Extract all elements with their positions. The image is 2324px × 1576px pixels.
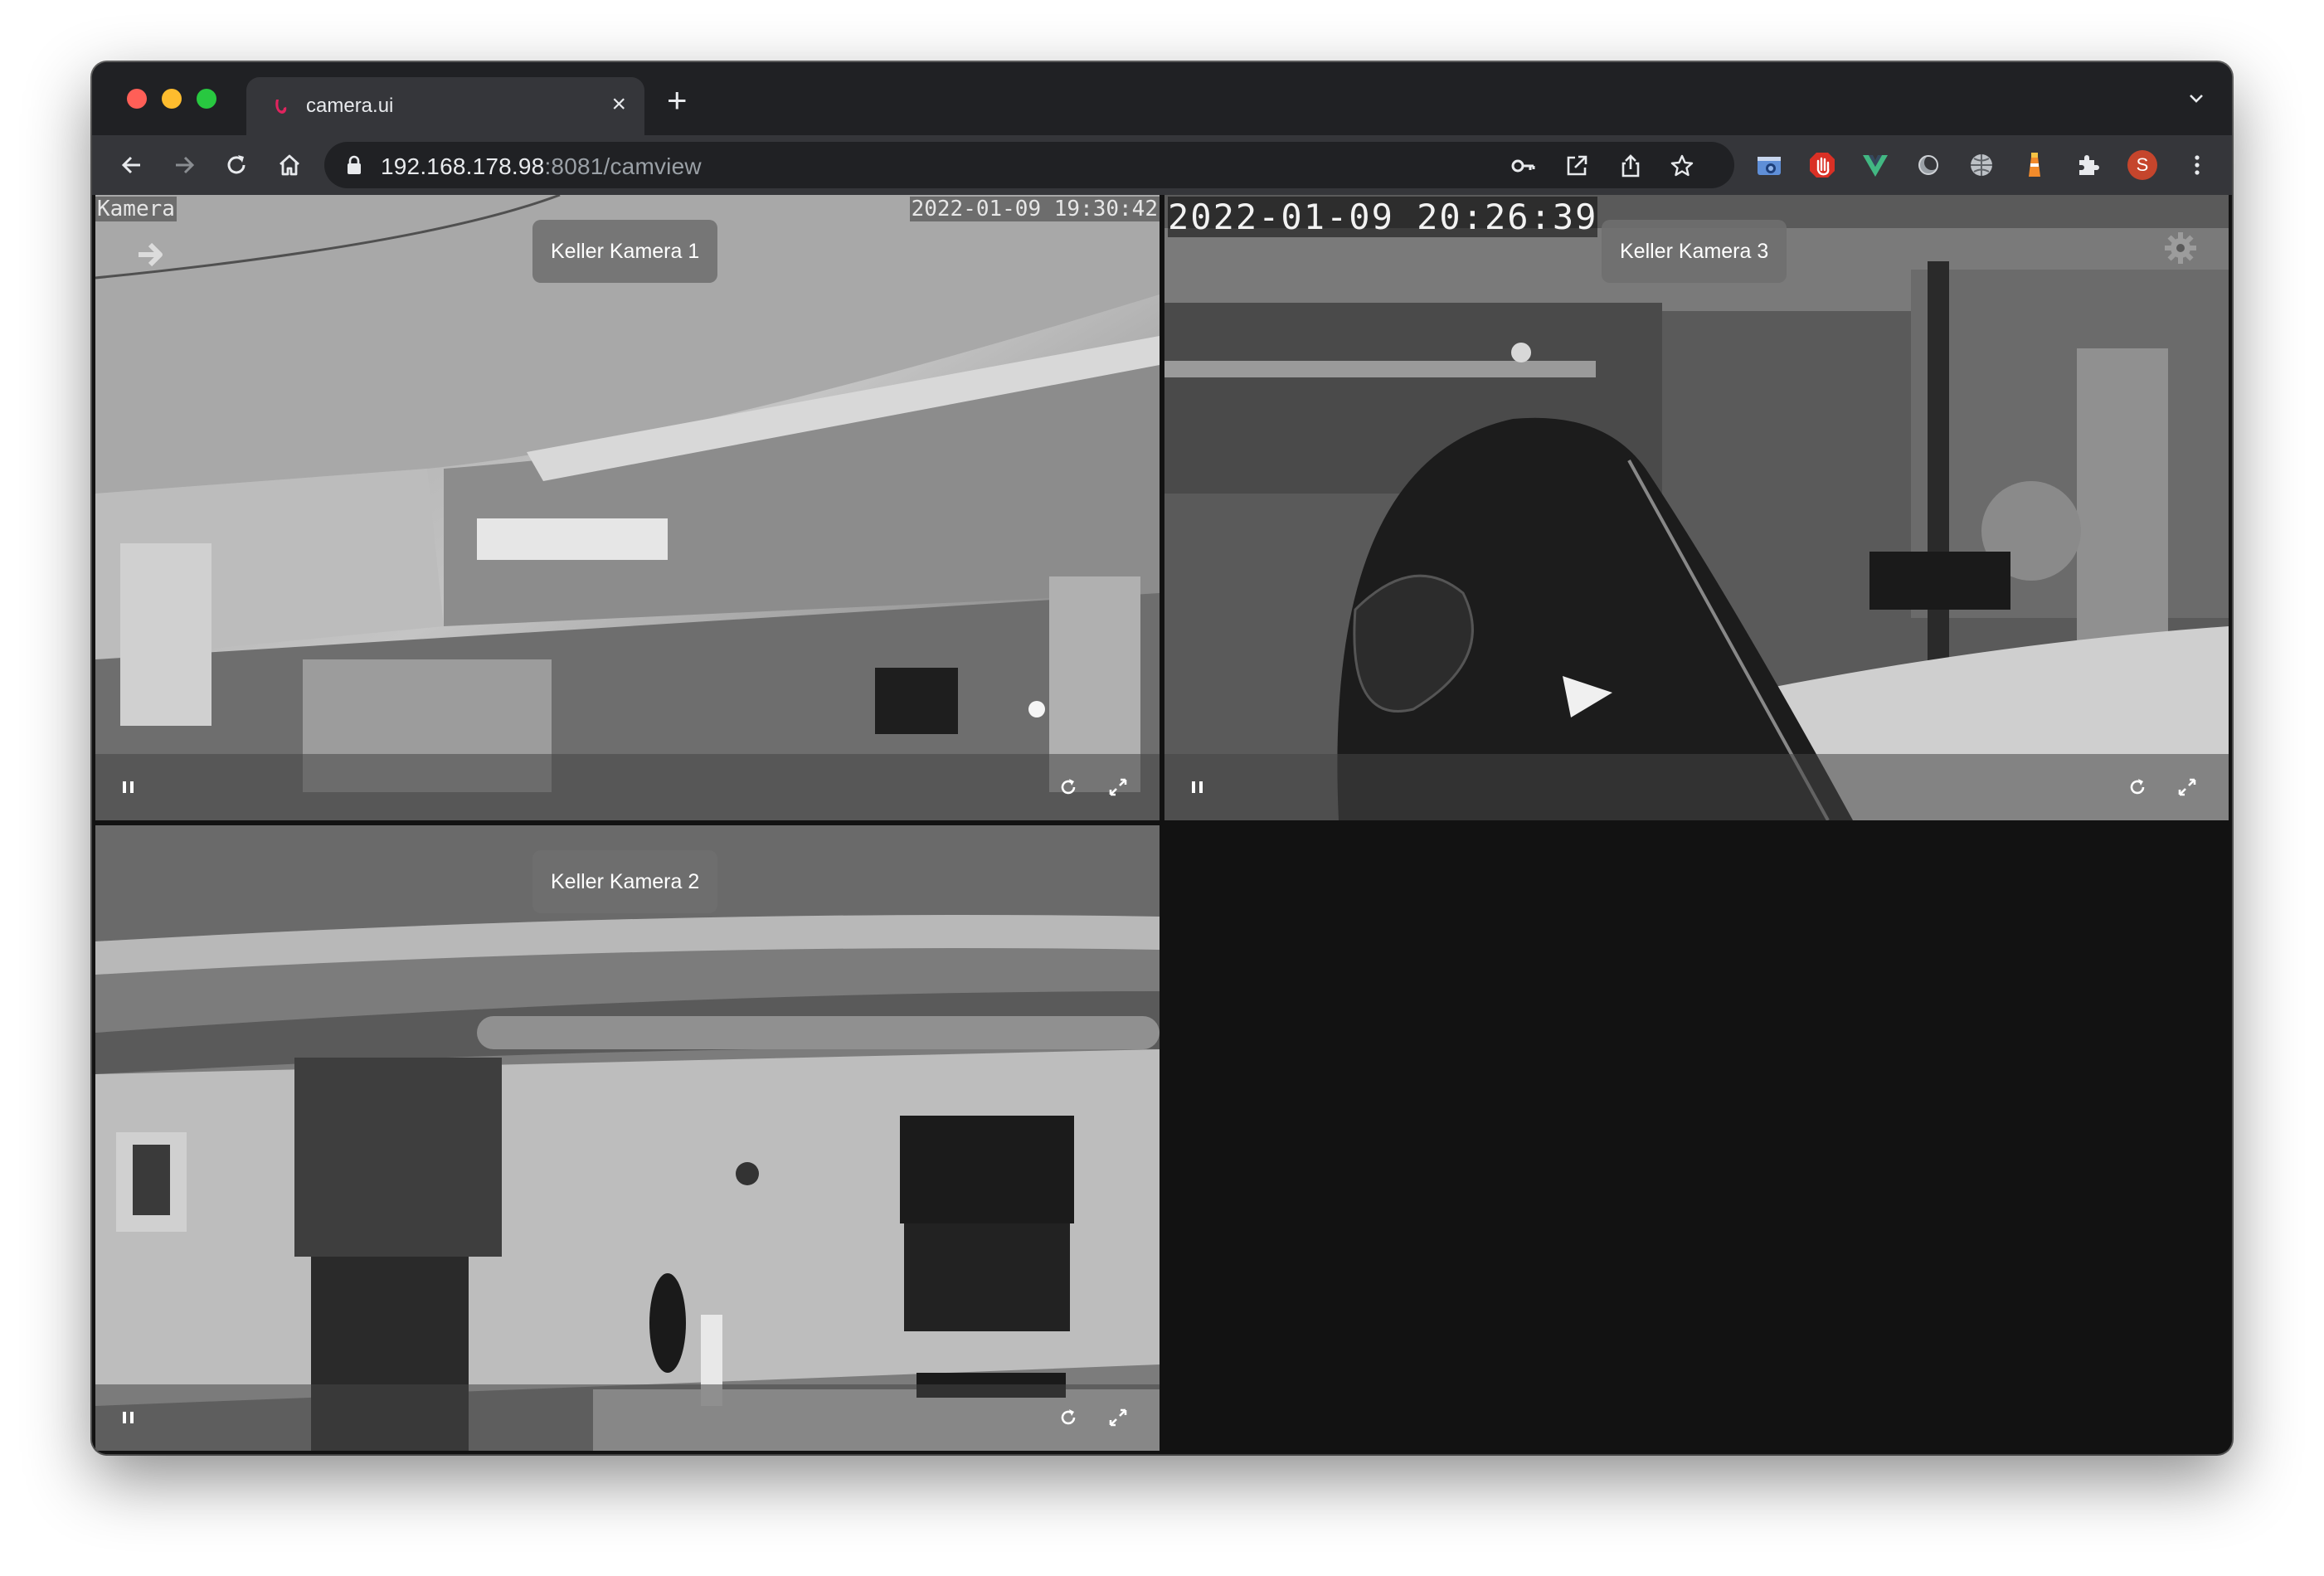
camera-feed-image — [95, 825, 1160, 1451]
tab-search-chevron-icon[interactable] — [2185, 87, 2207, 109]
empty-grid-slot — [1164, 825, 2229, 1451]
forward-arrow-icon[interactable] — [169, 150, 199, 180]
more-menu-icon[interactable] — [2182, 150, 2212, 180]
camview-page: Kamera 2022-01-09 19:30:42 Keller Kamera… — [92, 195, 2232, 1454]
refresh-icon[interactable] — [1057, 776, 1080, 799]
maximize-window-button[interactable] — [197, 89, 216, 109]
vue-devtools-extension-icon[interactable] — [1860, 150, 1890, 180]
lighthouse-extension-icon[interactable] — [2020, 150, 2049, 180]
reload-icon[interactable] — [221, 150, 251, 180]
camera-controls-bar — [95, 754, 1160, 820]
camera-tile-keller-kamera-1[interactable]: Kamera 2022-01-09 19:30:42 Keller Kamera… — [95, 195, 1160, 820]
camera-osd-label: Kamera — [95, 197, 177, 221]
pause-icon[interactable] — [1186, 776, 1209, 799]
tab-close-icon[interactable]: × — [611, 92, 626, 117]
tab-bar: camera.ui × + — [92, 62, 2232, 135]
tab-camera-ui[interactable]: camera.ui × — [246, 77, 644, 135]
screenshot-extension-icon[interactable] — [1754, 150, 1784, 180]
url-host: 192.168.178.98 — [381, 153, 545, 179]
camera-osd-timestamp: 2022-01-09 19:30:42 — [909, 197, 1160, 221]
extensions-puzzle-icon[interactable] — [2073, 150, 2103, 180]
camera-feed-image — [1164, 195, 2229, 820]
address-url: 192.168.178.98:8081/camview — [381, 153, 702, 180]
key-icon[interactable] — [1510, 153, 1535, 178]
tab-title: camera.ui — [306, 95, 394, 117]
browser-toolbar: 192.168.178.98:8081/camview S — [92, 135, 2232, 195]
fullscreen-icon[interactable] — [1106, 1406, 1130, 1429]
camera-name-badge: Keller Kamera 3 — [1602, 220, 1787, 283]
pause-icon[interactable] — [117, 776, 140, 799]
dark-mode-extension-icon[interactable] — [1913, 150, 1943, 180]
pause-icon[interactable] — [117, 1406, 140, 1429]
open-in-window-icon[interactable] — [1564, 153, 1589, 178]
browser-window: camera.ui × + 192.168.178.98:8081/camvie… — [92, 62, 2232, 1454]
back-arrow-icon[interactable] — [117, 150, 147, 180]
ad-blocker-extension-icon[interactable] — [1807, 150, 1837, 180]
arrow-right-icon[interactable] — [134, 238, 167, 271]
camera-controls-bar — [95, 1384, 1160, 1451]
bookmark-star-icon[interactable] — [1670, 153, 1694, 178]
home-icon[interactable] — [275, 150, 304, 180]
new-tab-button[interactable]: + — [667, 83, 688, 118]
camera-controls-bar — [1164, 754, 2229, 820]
gear-icon[interactable] — [2162, 230, 2199, 266]
camera-name-badge: Keller Kamera 1 — [532, 220, 718, 283]
share-icon[interactable] — [1618, 153, 1643, 178]
camera-tile-keller-kamera-2[interactable]: Keller Kamera 2 — [95, 825, 1160, 1451]
globe-extension-icon[interactable] — [1967, 150, 1996, 180]
address-bar[interactable]: 192.168.178.98:8081/camview — [324, 142, 1734, 188]
minimize-window-button[interactable] — [162, 89, 182, 109]
lock-icon[interactable] — [346, 155, 362, 175]
camera-ui-favicon-icon — [275, 100, 287, 114]
fullscreen-icon[interactable] — [2176, 776, 2199, 799]
camera-name-badge: Keller Kamera 2 — [532, 850, 718, 913]
camera-osd-timestamp: 2022-01-09 20:26:39 — [1168, 197, 1598, 237]
close-window-button[interactable] — [127, 89, 147, 109]
camera-feed-image — [95, 195, 1160, 820]
profile-avatar[interactable]: S — [2127, 150, 2157, 180]
refresh-icon[interactable] — [2126, 776, 2149, 799]
fullscreen-icon[interactable] — [1106, 776, 1130, 799]
url-path: :8081/camview — [544, 153, 702, 179]
refresh-icon[interactable] — [1057, 1406, 1080, 1429]
camera-tile-keller-kamera-3[interactable]: 2022-01-09 20:26:39 Keller Kamera 3 — [1164, 195, 2229, 820]
